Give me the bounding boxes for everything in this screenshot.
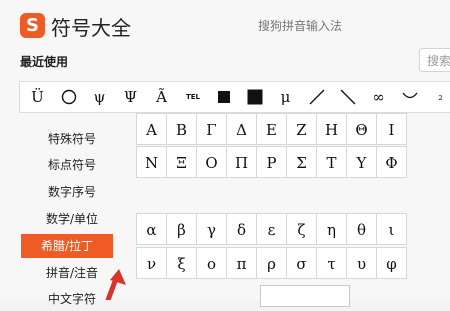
sidebar-item-punctuation[interactable]: 标点符号 [19, 153, 125, 177]
sidebar-item-math[interactable]: 数学/单位 [19, 207, 125, 231]
sidebar-item-numbers[interactable]: 数字序号 [19, 180, 125, 204]
greek-lower-row-1: α β γ δ ε ζ η θ ι [136, 213, 407, 247]
symbol-cell[interactable]: Ν [136, 146, 167, 178]
symbol-cell[interactable]: Δ [226, 113, 257, 145]
annotation-arrow-icon [105, 269, 126, 300]
recent-symbol[interactable]: Ψ [115, 82, 146, 112]
recent-symbol[interactable]: Ã [146, 82, 177, 112]
greek-upper-row-1: Α Β Γ Δ Ε Ζ Η Θ Ι [136, 113, 407, 147]
sidebar-item-greek-latin[interactable]: 希腊/拉丁 [21, 234, 113, 258]
symbol-cell[interactable]: π [226, 247, 257, 279]
symbol-cell[interactable]: ξ [166, 247, 197, 279]
symbol-grid: Α Β Γ Δ Ε Ζ Η Θ Ι Ν Ξ Ο Π Ρ Σ Τ Υ Φ α β … [125, 113, 450, 300]
backslash-icon[interactable] [332, 82, 363, 112]
symbol-cell[interactable]: Φ [376, 146, 407, 178]
search-input[interactable]: 搜索 [419, 48, 450, 72]
recent-symbol[interactable]: ∞ [363, 82, 394, 112]
app-title: 符号大全 [51, 16, 131, 40]
symbol-cell[interactable]: Α [136, 113, 167, 145]
symbol-cell[interactable]: Θ [346, 113, 377, 145]
symbol-cell[interactable]: Π [226, 146, 257, 178]
symbol-cell[interactable]: Η [316, 113, 347, 145]
hover-popup [260, 285, 350, 307]
symbol-cell[interactable]: η [316, 213, 347, 245]
symbol-cell[interactable]: ν [136, 247, 167, 279]
symbol-cell[interactable]: Ι [376, 113, 407, 145]
symbol-cell[interactable]: υ [346, 247, 377, 279]
title-bar: S 符号大全 搜狗拼音输入法 [0, 0, 450, 46]
symbol-cell[interactable]: γ [196, 213, 227, 245]
recent-symbol[interactable]: μ [270, 82, 301, 112]
symbol-cell[interactable]: Τ [316, 146, 347, 178]
symbol-window: S 符号大全 搜狗拼音输入法 最近使用 搜索 Ü ψ Ψ Ã TEL μ ∞ ₂… [0, 0, 450, 307]
symbol-cell[interactable]: Ξ [166, 146, 197, 178]
symbol-cell[interactable]: Β [166, 113, 197, 145]
ime-name: 搜狗拼音输入法 [258, 19, 343, 33]
recent-symbol[interactable]: Ü [22, 82, 53, 112]
small-black-square-icon[interactable] [208, 82, 239, 112]
greek-upper-row-2: Ν Ξ Ο Π Ρ Σ Τ Υ Φ [136, 146, 407, 180]
symbol-cell[interactable]: Ζ [286, 113, 317, 145]
greek-lower-row-2: ν ξ ο π ρ σ τ υ φ [136, 247, 407, 281]
symbol-cell[interactable]: Ε [256, 113, 287, 145]
recent-label: 最近使用 [20, 55, 69, 69]
symbol-cell[interactable]: ρ [256, 247, 287, 279]
symbol-cell[interactable]: Υ [346, 146, 377, 178]
svg-text:TEL: TEL [185, 93, 200, 101]
recent-symbol[interactable]: ₂ [425, 82, 450, 112]
symbol-cell[interactable]: θ [346, 213, 377, 245]
symbol-cell[interactable]: ε [256, 213, 287, 245]
sogou-logo-icon: S [20, 13, 45, 38]
sidebar-item-special[interactable]: 特殊符号 [19, 127, 125, 151]
symbol-cell[interactable]: τ [316, 247, 347, 279]
slash-icon[interactable] [301, 82, 332, 112]
smile-curve-icon[interactable] [394, 82, 425, 112]
recent-symbol[interactable]: ψ [84, 82, 115, 112]
recent-symbols-strip: Ü ψ Ψ Ã TEL μ ∞ ₂ [19, 81, 450, 113]
symbol-cell[interactable]: σ [286, 247, 317, 279]
symbol-cell[interactable]: Σ [286, 146, 317, 178]
symbol-cell[interactable]: ζ [286, 213, 317, 245]
symbol-cell[interactable]: β [166, 213, 197, 245]
symbol-cell[interactable]: α [136, 213, 167, 245]
tel-icon[interactable]: TEL [177, 82, 208, 112]
symbol-cell[interactable]: φ [376, 247, 407, 279]
symbol-cell[interactable]: ο [196, 247, 227, 279]
symbol-cell[interactable]: Ρ [256, 146, 287, 178]
symbol-cell[interactable]: Γ [196, 113, 227, 145]
symbol-cell[interactable]: δ [226, 213, 257, 245]
circle-icon[interactable] [53, 82, 84, 112]
symbol-cell[interactable]: Ο [196, 146, 227, 178]
large-black-square-icon[interactable] [239, 82, 270, 112]
symbol-cell[interactable]: ι [376, 213, 407, 245]
